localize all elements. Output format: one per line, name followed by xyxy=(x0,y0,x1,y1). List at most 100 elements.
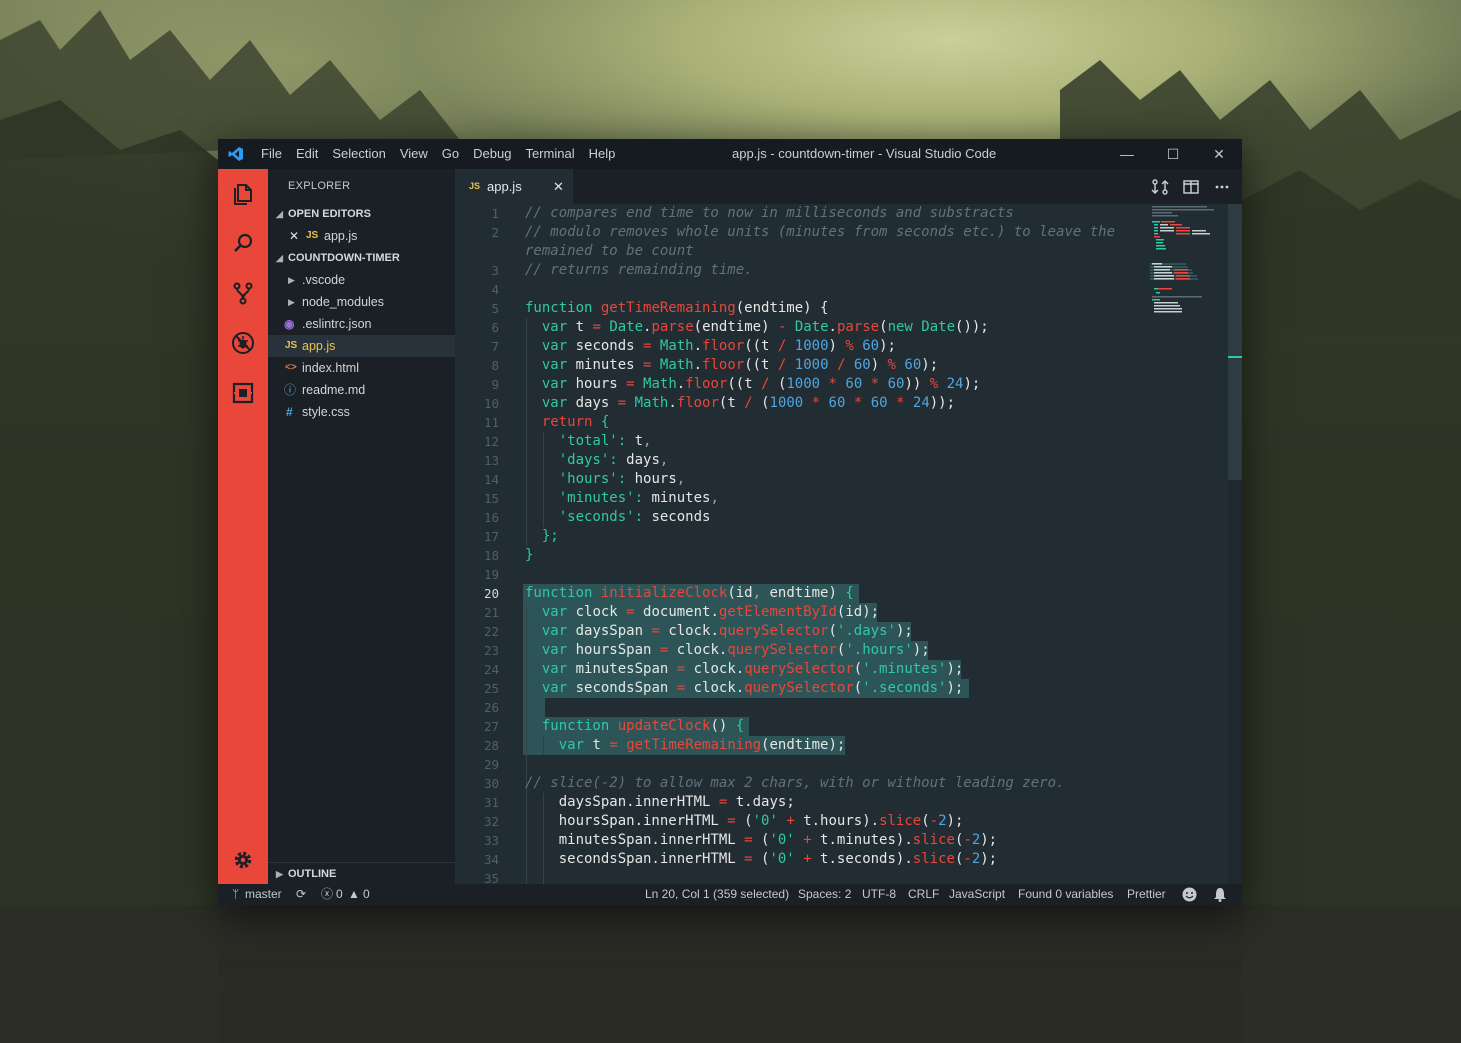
debug-icon[interactable] xyxy=(231,331,255,355)
indentation[interactable]: Spaces: 2 xyxy=(798,884,851,905)
close-tab-button[interactable]: ✕ xyxy=(553,169,564,204)
line-number: 21 xyxy=(483,605,499,620)
feedback-smiley-icon[interactable] xyxy=(1182,887,1197,902)
code-editor[interactable]: 1 2 3 4 5 6 7 8 9 10 11 12 13 14 15 16 1… xyxy=(455,204,1242,884)
html-file-icon: <> xyxy=(285,362,297,373)
line-number: 22 xyxy=(483,624,499,639)
vertical-scrollbar[interactable] xyxy=(1228,204,1242,884)
menu-edit[interactable]: Edit xyxy=(296,139,318,169)
tab-app-js[interactable]: JS app.js ✕ xyxy=(455,169,573,204)
line-number: 15 xyxy=(483,491,499,506)
line-number: 8 xyxy=(491,358,499,373)
line-number: 7 xyxy=(491,339,499,354)
javascript-file-icon: JS xyxy=(285,340,298,351)
error-icon: ⓧ xyxy=(321,887,334,901)
line-number: 5 xyxy=(491,301,499,316)
tree-item-style-css[interactable]: # style.css xyxy=(268,401,455,423)
tree-item-app-js[interactable]: JS app.js xyxy=(268,335,455,357)
gear-icon[interactable] xyxy=(231,848,255,872)
open-changes-icon[interactable] xyxy=(1151,178,1169,196)
activity-bar xyxy=(218,169,268,884)
formatter-status[interactable]: Prettier xyxy=(1127,884,1166,905)
line-number: 30 xyxy=(483,776,499,791)
chevron-down-icon: ◢ xyxy=(276,209,283,219)
line-number: 27 xyxy=(483,719,499,734)
cursor-position[interactable]: Ln 20, Col 1 (359 selected) xyxy=(645,884,789,905)
line-number: 16 xyxy=(483,510,499,525)
scrollbar-thumb[interactable] xyxy=(1228,204,1242,480)
language-mode[interactable]: JavaScript xyxy=(949,884,1005,905)
chevron-down-icon: ◢ xyxy=(276,253,283,263)
line-number: 18 xyxy=(483,548,499,563)
line-number: 19 xyxy=(483,567,499,582)
maximize-button[interactable]: ☐ xyxy=(1150,139,1196,169)
line-number: 1 xyxy=(491,206,499,221)
line-ending[interactable]: CRLF xyxy=(908,884,939,905)
encoding[interactable]: UTF-8 xyxy=(862,884,896,905)
menu-view[interactable]: View xyxy=(400,139,428,169)
line-number: 26 xyxy=(483,700,499,715)
minimize-button[interactable]: — xyxy=(1104,139,1150,169)
outline-section[interactable]: ▶ OUTLINE xyxy=(268,862,455,885)
files-icon[interactable] xyxy=(231,182,255,206)
window-title: app.js - countdown-timer - Visual Studio… xyxy=(732,146,997,161)
line-number: 12 xyxy=(483,434,499,449)
menu-go[interactable]: Go xyxy=(442,139,459,169)
line-number: 24 xyxy=(483,662,499,677)
tree-item-index-html[interactable]: <> index.html xyxy=(268,357,455,379)
tree-item-eslintrc[interactable]: ◉ .eslintrc.json xyxy=(268,313,455,335)
line-number: 23 xyxy=(483,643,499,658)
line-number: 28 xyxy=(483,738,499,753)
chevron-right-icon: ▶ xyxy=(276,869,283,879)
notifications-bell-icon[interactable] xyxy=(1213,887,1227,902)
javascript-file-icon: JS xyxy=(469,181,481,191)
line-number: 33 xyxy=(483,833,499,848)
info-file-icon: ⓘ xyxy=(284,383,297,397)
menu-selection[interactable]: Selection xyxy=(332,139,385,169)
explorer-sidebar: EXPLORER ◢ OPEN EDITORS ✕ JS app.js ◢ CO… xyxy=(268,169,455,884)
tree-item-node-modules[interactable]: ▶ node_modules xyxy=(268,291,455,313)
chevron-right-icon: ▶ xyxy=(288,297,295,307)
menu-terminal[interactable]: Terminal xyxy=(525,139,574,169)
line-number: 25 xyxy=(483,681,499,696)
warning-count[interactable]: 0 xyxy=(363,884,370,905)
tree-item-vscode[interactable]: ▶ .vscode xyxy=(268,269,455,291)
project-section[interactable]: ◢ COUNTDOWN-TIMER xyxy=(268,247,455,269)
git-branch[interactable]: master xyxy=(245,884,282,905)
tree-item-readme[interactable]: ⓘ readme.md xyxy=(268,379,455,401)
open-editors-section[interactable]: ◢ OPEN EDITORS xyxy=(268,203,455,225)
line-number-current: 20 xyxy=(483,586,499,601)
line-number: 35 xyxy=(483,871,499,884)
more-actions-icon[interactable] xyxy=(1213,178,1231,196)
line-number: 9 xyxy=(491,377,499,392)
chevron-right-icon: ▶ xyxy=(288,275,295,285)
menu-debug[interactable]: Debug xyxy=(473,139,511,169)
vscode-window: File Edit Selection View Go Debug Termin… xyxy=(218,139,1242,905)
status-bar: ᛘ master ⟳ ⓧ 0 ▲ 0 Ln 20, Col 1 (359 sel… xyxy=(218,884,1242,905)
eslint-file-icon: ◉ xyxy=(284,317,295,331)
close-icon[interactable]: ✕ xyxy=(289,225,299,247)
tab-bar: JS app.js ✕ xyxy=(455,169,1242,204)
variables-status[interactable]: Found 0 variables xyxy=(1018,884,1113,905)
search-icon[interactable] xyxy=(231,231,255,255)
line-number: 34 xyxy=(483,852,499,867)
line-number: 13 xyxy=(483,453,499,468)
close-window-button[interactable]: ✕ xyxy=(1196,139,1242,169)
error-count[interactable]: 0 xyxy=(336,884,343,905)
source-control-icon[interactable] xyxy=(231,281,255,305)
line-number: 32 xyxy=(483,814,499,829)
line-number: 29 xyxy=(483,757,499,772)
line-number: 14 xyxy=(483,472,499,487)
minimap[interactable] xyxy=(1150,204,1218,384)
menu-file[interactable]: File xyxy=(261,139,282,169)
tab-label: app.js xyxy=(487,179,522,194)
branch-icon: ᛘ xyxy=(232,887,240,901)
menu-help[interactable]: Help xyxy=(589,139,616,169)
open-editor-item[interactable]: ✕ JS app.js xyxy=(268,225,455,247)
extensions-icon[interactable] xyxy=(231,381,255,405)
javascript-file-icon: JS xyxy=(306,230,319,241)
line-number: 4 xyxy=(491,282,499,297)
sync-icon[interactable]: ⟳ xyxy=(296,884,306,905)
open-editor-name: app.js xyxy=(324,229,358,243)
split-editor-icon[interactable] xyxy=(1182,178,1200,196)
